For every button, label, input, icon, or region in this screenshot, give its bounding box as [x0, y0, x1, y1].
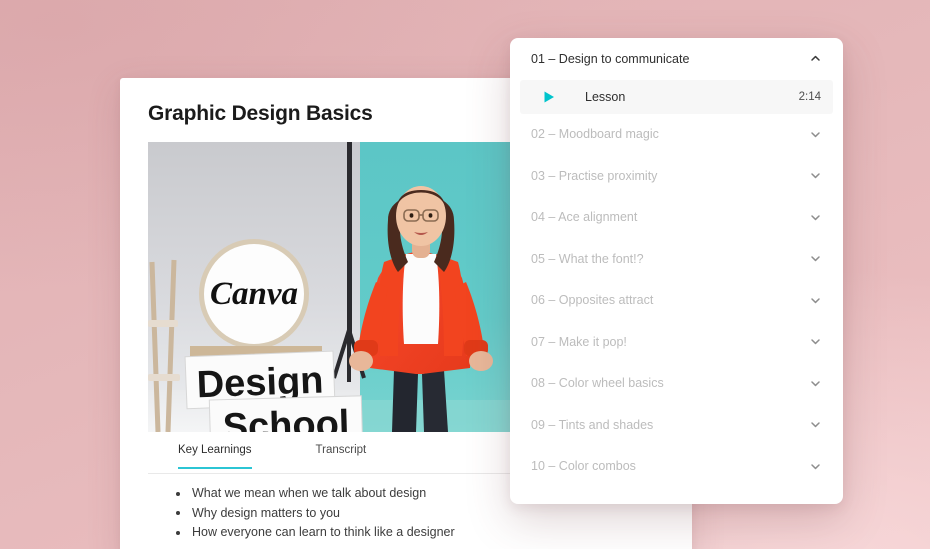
lesson-sub-item[interactable]: Lesson 2:14	[520, 79, 833, 114]
play-icon[interactable]	[542, 90, 556, 104]
accordion-item-title: 07 – Make it pop!	[531, 334, 627, 349]
svg-text:School: School	[222, 403, 350, 432]
lesson-duration: 2:14	[798, 90, 821, 103]
accordion-item-title: 02 – Moodboard magic	[531, 127, 659, 142]
chevron-down-icon[interactable]	[809, 418, 822, 431]
lesson-label: Lesson	[585, 89, 626, 104]
chevron-up-icon[interactable]	[809, 52, 822, 65]
accordion-item-10[interactable]: 10 – Color combos	[510, 446, 843, 488]
accordion-item-02[interactable]: 02 – Moodboard magic	[510, 114, 843, 156]
accordion-item-title: 05 – What the font!?	[531, 251, 644, 266]
tab-key-learnings[interactable]: Key Learnings	[178, 444, 252, 469]
accordion-item-title: 04 – Ace alignment	[531, 210, 638, 225]
list-item: Why design matters to you	[176, 504, 646, 524]
tab-transcript[interactable]: Transcript	[316, 444, 367, 469]
accordion-item-title: 08 – Color wheel basics	[531, 376, 664, 391]
chevron-down-icon[interactable]	[809, 335, 822, 348]
accordion-item-title: 10 – Color combos	[531, 459, 636, 474]
accordion-item-06[interactable]: 06 – Opposites attract	[510, 280, 843, 322]
accordion-item-08[interactable]: 08 – Color wheel basics	[510, 363, 843, 405]
accordion-item-09[interactable]: 09 – Tints and shades	[510, 404, 843, 446]
accordion-item-01[interactable]: 01 – Design to communicate	[510, 38, 843, 80]
accordion-item-07[interactable]: 07 – Make it pop!	[510, 321, 843, 363]
chevron-down-icon[interactable]	[809, 128, 822, 141]
accordion-item-title: 06 – Opposites attract	[531, 293, 654, 308]
svg-text:Canva: Canva	[210, 276, 298, 312]
chevron-down-icon[interactable]	[809, 294, 822, 307]
chevron-down-icon[interactable]	[809, 211, 822, 224]
accordion-item-title: 01 – Design to communicate	[531, 51, 690, 66]
accordion-item-03[interactable]: 03 – Practise proximity	[510, 155, 843, 197]
accordion-item-04[interactable]: 04 – Ace alignment	[510, 197, 843, 239]
list-item: How everyone can learn to think like a d…	[176, 523, 646, 543]
accordion-item-title: 09 – Tints and shades	[531, 417, 654, 432]
chevron-down-icon[interactable]	[809, 169, 822, 182]
course-lesson-list-panel: 01 – Design to communicate Lesson 2:14 0…	[510, 38, 843, 504]
accordion-item-title: 03 – Practise proximity	[531, 168, 658, 183]
chevron-down-icon[interactable]	[809, 252, 822, 265]
chevron-down-icon[interactable]	[809, 377, 822, 390]
accordion-item-05[interactable]: 05 – What the font!?	[510, 238, 843, 280]
chevron-down-icon[interactable]	[809, 460, 822, 473]
